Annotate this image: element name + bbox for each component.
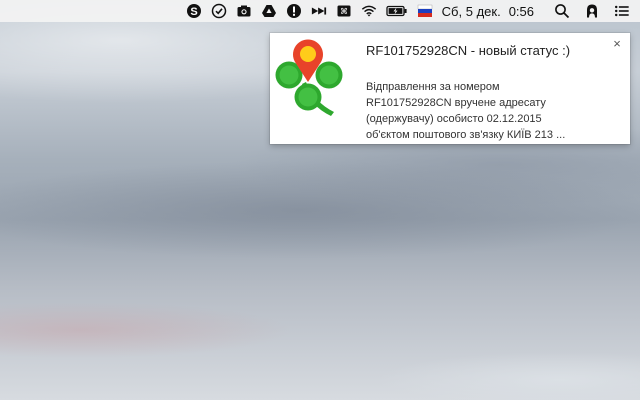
notification-popup[interactable]: RF101752928CN - новый статус :) Відправл… <box>270 33 630 144</box>
close-icon[interactable]: × <box>610 37 624 51</box>
svg-text:⌘: ⌘ <box>340 7 348 16</box>
menu-bar: S ⌘ Сб, 5 дек. 0:56 <box>0 0 640 22</box>
russian-flag-icon[interactable] <box>417 3 433 19</box>
command-key-icon[interactable]: ⌘ <box>336 3 352 19</box>
wifi-icon[interactable] <box>361 3 377 19</box>
clock-date[interactable]: Сб, 5 дек. <box>442 4 501 19</box>
notification-title: RF101752928CN - новый статус :) <box>366 43 571 58</box>
battery-charging-icon[interactable] <box>386 3 408 19</box>
info-exclamation-icon[interactable] <box>286 3 302 19</box>
user-lock-icon[interactable] <box>584 3 600 19</box>
google-drive-icon[interactable] <box>261 3 277 19</box>
spotlight-search-icon[interactable] <box>554 3 570 19</box>
fast-forward-arrows-icon[interactable] <box>311 3 327 19</box>
checkmark-circle-icon[interactable] <box>211 3 227 19</box>
notification-center-icon[interactable] <box>614 3 630 19</box>
screenshot-camera-icon[interactable] <box>236 3 252 19</box>
skype-icon[interactable]: S <box>186 3 202 19</box>
notification-body: Відправлення за номером RF101752928CN вр… <box>366 81 566 141</box>
green-clover-location-pin-icon <box>270 36 352 118</box>
svg-text:S: S <box>190 6 197 18</box>
clock-time[interactable]: 0:56 <box>509 4 534 19</box>
